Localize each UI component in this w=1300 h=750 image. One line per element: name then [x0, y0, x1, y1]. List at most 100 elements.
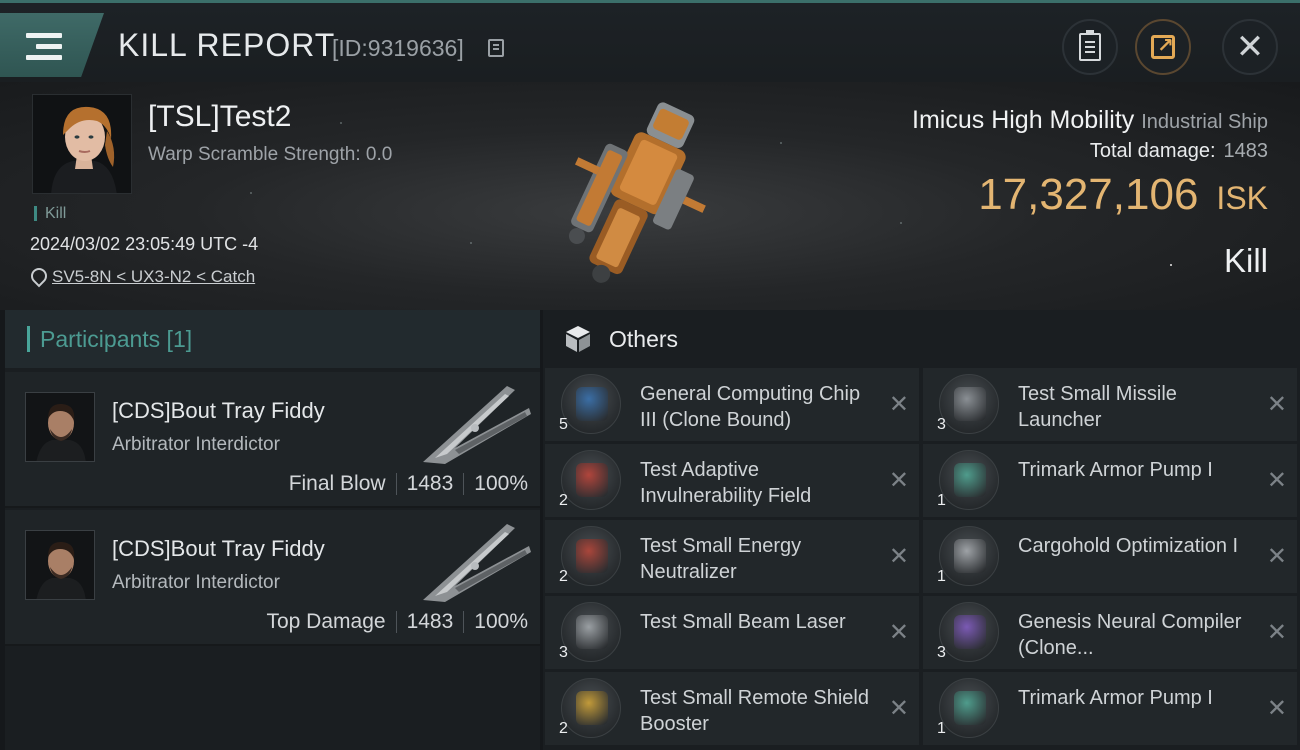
total-damage: Total damage: 1483 — [1090, 140, 1268, 163]
item-name: Test Small Remote Shield Booster — [640, 687, 869, 735]
ship-render[interactable] — [548, 90, 728, 300]
inventory-item[interactable]: 2 Test Small Energy Neutralizer ✕ — [545, 520, 919, 593]
destroyed-x-icon: ✕ — [888, 467, 909, 494]
others-header: Others — [543, 310, 1300, 368]
isk-unit: ISK — [1216, 180, 1268, 216]
armor-pump-icon[interactable] — [939, 678, 999, 738]
isk-value: 17,327,106 ISK — [978, 170, 1268, 220]
item-name: Test Small Missile Launcher — [1018, 383, 1177, 431]
participant-avatar[interactable] — [25, 392, 95, 462]
armor-pump-icon[interactable] — [939, 450, 999, 510]
destroyed-x-icon: ✕ — [1266, 391, 1287, 418]
neural-compiler-icon[interactable] — [939, 602, 999, 662]
copy-icon[interactable] — [488, 39, 504, 57]
victim-portrait[interactable] — [32, 94, 132, 194]
location-pin-icon — [30, 268, 44, 286]
participant-ship: Arbitrator Interdictor — [112, 572, 280, 593]
ship-name: Imicus High Mobility — [912, 106, 1135, 134]
participant-name[interactable]: [CDS]Bout Tray Fiddy — [112, 398, 325, 424]
item-name: General Computing Chip III (Clone Bound) — [640, 383, 861, 431]
ship-class: Industrial Ship — [1141, 111, 1268, 133]
hamburger-icon — [26, 33, 62, 63]
item-quantity: 1 — [937, 568, 946, 585]
participant-ship-icon[interactable] — [415, 378, 535, 468]
item-name: Test Small Energy Neutralizer — [640, 535, 802, 583]
kill-result: Kill — [1223, 242, 1268, 279]
item-quantity: 5 — [559, 416, 568, 433]
participants-title: Participants [1] — [40, 325, 193, 352]
shield-booster-icon[interactable] — [561, 678, 621, 738]
victim-name[interactable]: [TSL]Test2 — [148, 100, 291, 134]
total-damage-label: Total damage: — [1089, 140, 1216, 162]
participant-stats: Top Damage 1483 100% — [266, 610, 528, 634]
participant-row[interactable]: [CDS]Bout Tray Fiddy Arbitrator Interdic… — [5, 510, 540, 646]
kill-datetime: 2024/03/02 23:05:49 UTC -4 — [30, 234, 259, 254]
item-name: Test Small Beam Laser — [640, 611, 846, 633]
participants-header: Participants [1] — [5, 310, 540, 368]
missile-launcher-icon[interactable] — [939, 374, 999, 434]
menu-button[interactable] — [0, 13, 104, 77]
participant-damage: 1483 — [406, 472, 454, 495]
item-name: Test Adaptive Invulnerability Field — [640, 459, 812, 507]
inventory-item[interactable]: 1 Trimark Armor Pump I ✕ — [923, 444, 1297, 517]
report-id: [ID:9319636] — [332, 35, 464, 61]
chip-icon[interactable] — [561, 374, 621, 434]
participants-panel: Participants [1] [CDS]Bout Tray Fiddy Ar… — [5, 310, 540, 750]
location-link[interactable]: SV5-8N < UX3-N2 < Catch — [30, 267, 255, 287]
inventory-item[interactable]: 5 General Computing Chip III (Clone Bound… — [545, 368, 919, 441]
participant-ship-icon[interactable] — [415, 516, 535, 606]
destroyed-x-icon: ✕ — [1266, 695, 1287, 722]
isk-amount: 17,327,106 — [978, 170, 1199, 219]
cube-icon — [566, 326, 590, 352]
kill-tag: Kill — [34, 206, 66, 222]
inventory-item[interactable]: 3 Genesis Neural Compiler (Clone... ✕ — [923, 596, 1297, 669]
participant-percent: 100% — [474, 472, 528, 495]
item-quantity: 3 — [559, 644, 568, 661]
item-name: Trimark Armor Pump I — [1018, 459, 1213, 481]
item-quantity: 3 — [937, 644, 946, 661]
energy-neutralizer-icon[interactable] — [561, 526, 621, 586]
inventory-item[interactable]: 2 Test Small Remote Shield Booster ✕ — [545, 672, 919, 745]
participant-avatar[interactable] — [25, 530, 95, 600]
page-title: KILL REPORT — [118, 27, 336, 63]
inventory-item[interactable]: 3 Test Small Beam Laser ✕ — [545, 596, 919, 669]
ship-type[interactable]: Imicus High Mobility Industrial Ship — [912, 106, 1268, 135]
item-quantity: 1 — [937, 720, 946, 737]
item-name: Genesis Neural Compiler (Clone... — [1018, 611, 1242, 659]
destroyed-x-icon: ✕ — [1266, 543, 1287, 570]
total-damage-value: 1483 — [1223, 140, 1269, 162]
participant-ship: Arbitrator Interdictor — [112, 434, 280, 455]
destroyed-x-icon: ✕ — [1266, 467, 1287, 494]
item-name: Trimark Armor Pump I — [1018, 687, 1213, 709]
destroyed-x-icon: ✕ — [888, 543, 909, 570]
item-quantity: 2 — [559, 492, 568, 509]
share-icon — [1151, 33, 1175, 59]
others-title: Others — [609, 325, 679, 352]
beam-laser-icon[interactable] — [561, 602, 621, 662]
header-bar: KILL REPORT [ID:9319636] ✕ — [0, 3, 1300, 82]
share-button[interactable] — [1135, 19, 1191, 75]
inventory-item[interactable]: 3 Test Small Missile Launcher ✕ — [923, 368, 1297, 441]
item-quantity: 2 — [559, 568, 568, 585]
warp-scramble-strength: Warp Scramble Strength: 0.0 — [148, 144, 393, 165]
victim-banner: [TSL]Test2 Warp Scramble Strength: 0.0 K… — [0, 82, 1300, 310]
participant-damage: 1483 — [406, 610, 454, 633]
item-name: Cargohold Optimization I — [1018, 535, 1239, 557]
cargohold-icon[interactable] — [939, 526, 999, 586]
location-text[interactable]: SV5-8N < UX3-N2 < Catch — [52, 267, 255, 287]
inventory-item[interactable]: 1 Trimark Armor Pump I ✕ — [923, 672, 1297, 745]
inventory-item[interactable]: 2 Test Adaptive Invulnerability Field ✕ — [545, 444, 919, 517]
shield-field-icon[interactable] — [561, 450, 621, 510]
header-accent-bar — [27, 326, 30, 352]
participant-row[interactable]: [CDS]Bout Tray Fiddy Arbitrator Interdic… — [5, 372, 540, 508]
others-panel: Others 5 General Computing Chip III (Clon… — [543, 310, 1300, 750]
close-icon: ✕ — [1235, 28, 1265, 66]
destroyed-x-icon: ✕ — [1266, 619, 1287, 646]
inventory-item[interactable]: 1 Cargohold Optimization I ✕ — [923, 520, 1297, 593]
clipboard-button[interactable] — [1062, 19, 1118, 75]
participant-name[interactable]: [CDS]Bout Tray Fiddy — [112, 536, 325, 562]
item-quantity: 1 — [937, 492, 946, 509]
close-button[interactable]: ✕ — [1222, 19, 1278, 75]
participant-percent: 100% — [474, 610, 528, 633]
participant-stats: Final Blow 1483 100% — [289, 472, 528, 496]
